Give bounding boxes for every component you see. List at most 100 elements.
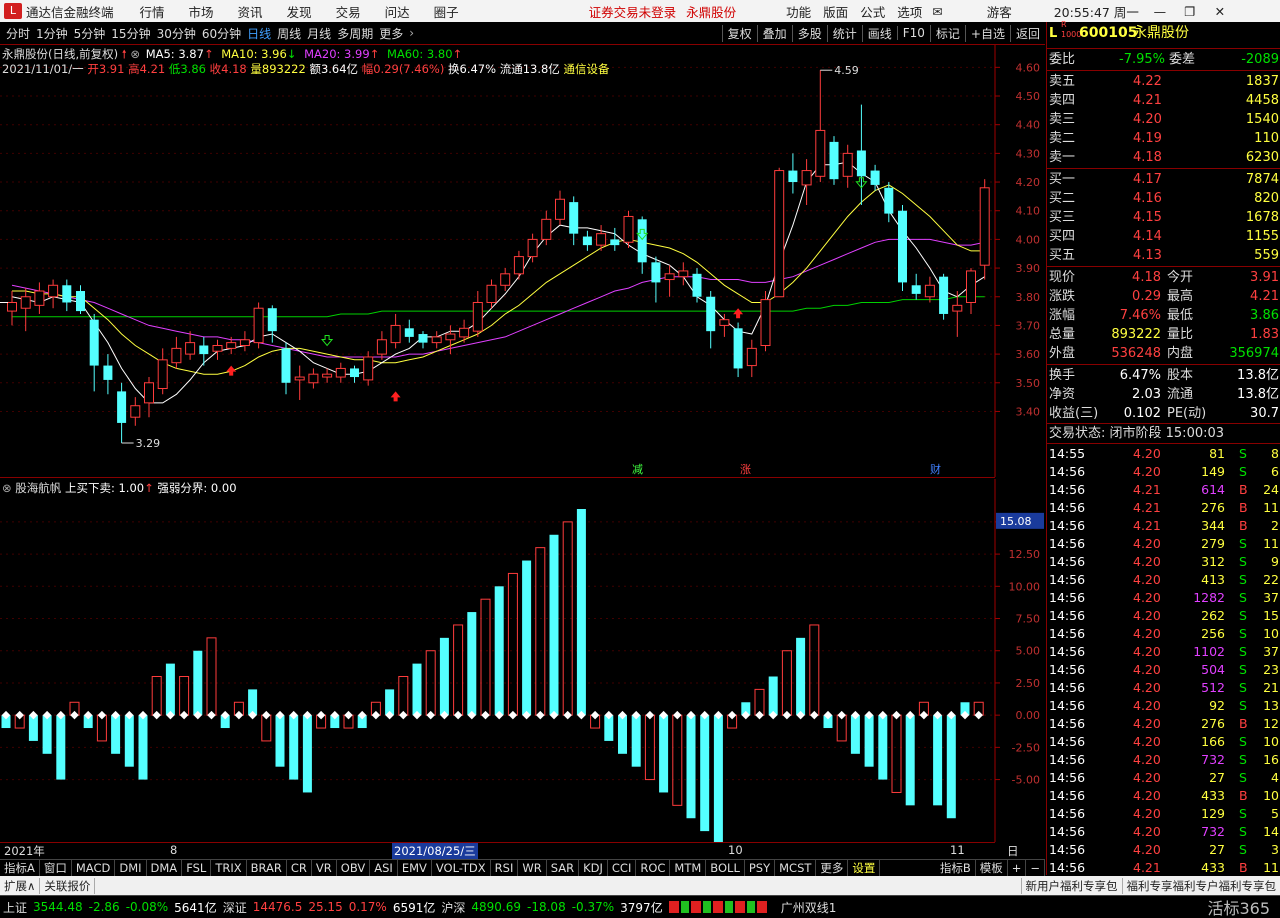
menu-market-quotes[interactable]: 行情 — [128, 2, 177, 21]
right-tab-0[interactable]: 指标B — [936, 860, 976, 876]
indicator-pane[interactable]: 15.0012.5010.007.505.002.500.00-2.50-5.0… — [0, 479, 1044, 842]
f10-button[interactable]: F10 — [896, 26, 930, 40]
indicator-tab-22[interactable]: PSY — [745, 860, 776, 876]
bid-row[interactable]: 买二 4.16 820 — [1049, 189, 1280, 208]
menu-function[interactable]: 功能 — [780, 2, 817, 21]
indicator-tab-25[interactable]: 设置 — [848, 860, 881, 876]
indicator-tab-19[interactable]: ROC — [636, 860, 671, 876]
kline-pane[interactable]: 4.60 4.50 4.40 4.30 4.20 4.10 4.00 3.90 3.80 3.70… — [0, 45, 1040, 477]
mail-icon[interactable]: ✉ — [932, 4, 942, 19]
period-15min[interactable]: 15分钟 — [111, 25, 156, 42]
indicator-tab-23[interactable]: MCST — [775, 860, 817, 876]
hs-index-value: 4890.69 — [471, 900, 522, 914]
server-label[interactable]: 广州双线1 — [781, 899, 837, 916]
pane-divider[interactable] — [0, 477, 995, 478]
period-timeshare[interactable]: 分时 — [6, 25, 36, 42]
back-button[interactable]: 返回 — [1009, 24, 1045, 42]
menu-discover[interactable]: 发现 — [275, 2, 324, 21]
indicator-tab-8[interactable]: CR — [287, 860, 312, 876]
right-tab-3[interactable]: − — [1026, 860, 1045, 876]
event-mark-1[interactable]: 涨 — [740, 463, 751, 476]
minimize-icon[interactable]: — — [1145, 4, 1175, 19]
right-tab-2[interactable]: + — [1008, 860, 1027, 876]
menu-news[interactable]: 资讯 — [226, 2, 275, 21]
info-industry[interactable]: 通信设备 — [563, 62, 609, 76]
ask-row[interactable]: 卖二 4.19 110 — [1049, 129, 1280, 148]
sh-index-label[interactable]: 上证 — [3, 899, 27, 916]
ask-row[interactable]: 卖四 4.21 4458 — [1049, 91, 1280, 110]
indicator-tab-12[interactable]: EMV — [398, 860, 432, 876]
indicator-tab-2[interactable]: MACD — [72, 860, 116, 876]
indicator-tab-5[interactable]: FSL — [182, 860, 212, 876]
indicator-name[interactable]: 股海航帆 — [15, 481, 61, 495]
bid-row[interactable]: 买三 4.15 1678 — [1049, 208, 1280, 227]
right-tab-1[interactable]: 模板 — [976, 860, 1008, 876]
multi-stock-button[interactable]: 多股 — [791, 24, 827, 42]
promo-link-1[interactable]: 新用户福利专享包 — [1020, 877, 1122, 894]
sz-index-label[interactable]: 深证 — [223, 899, 247, 916]
indicator-tab-16[interactable]: SAR — [547, 860, 580, 876]
indicator-tab-4[interactable]: DMA — [147, 860, 183, 876]
indicator-tab-13[interactable]: VOL-TDX — [432, 860, 491, 876]
indicator-chart[interactable]: 15.0012.5010.007.505.002.500.00-2.50-5.0… — [0, 479, 1045, 842]
period-30min[interactable]: 30分钟 — [157, 25, 202, 42]
event-mark-2[interactable]: 财 — [930, 462, 941, 476]
indicator-tab-17[interactable]: KDJ — [579, 860, 608, 876]
indicator-tab-6[interactable]: TRIX — [211, 860, 247, 876]
draw-line-button[interactable]: 画线 — [861, 24, 897, 42]
period-1min[interactable]: 1分钟 — [36, 25, 74, 42]
indicator-tab-18[interactable]: CCI — [608, 860, 637, 876]
ask-row[interactable]: 卖一 4.18 6230 — [1049, 148, 1280, 167]
adjust-button[interactable]: 复权 — [721, 24, 757, 42]
buy-signal-icon — [226, 365, 237, 376]
menu-formula[interactable]: 公式 — [854, 2, 891, 21]
hs-index-label[interactable]: 沪深 — [441, 899, 465, 916]
indicator-tab-11[interactable]: ASI — [370, 860, 398, 876]
indicator-tab-9[interactable]: VR — [312, 860, 337, 876]
chevron-right-icon[interactable]: › — [409, 26, 414, 40]
toggle-icon[interactable]: ⊗ — [130, 47, 140, 61]
bid-row[interactable]: 买五 4.13 559 — [1049, 246, 1280, 265]
event-mark-0[interactable]: 减 — [632, 463, 643, 476]
indicator-tab-15[interactable]: WR — [518, 860, 547, 876]
period-weekly[interactable]: 周线 — [277, 25, 307, 42]
period-more[interactable]: 更多 — [379, 25, 409, 42]
promo-link-2[interactable]: 福利专享福利专户福利专享包 — [1121, 877, 1280, 894]
period-5min[interactable]: 5分钟 — [74, 25, 112, 42]
add-watchlist-button[interactable]: +自选 — [964, 24, 1010, 42]
period-monthly[interactable]: 月线 — [307, 25, 337, 42]
bid-row[interactable]: 买四 4.14 1155 — [1049, 227, 1280, 246]
indicator-tab-7[interactable]: BRAR — [247, 860, 287, 876]
indicator-tab-21[interactable]: BOLL — [706, 860, 745, 876]
indicator-tab-14[interactable]: RSI — [491, 860, 519, 876]
stats-button[interactable]: 统计 — [826, 24, 862, 42]
menu-layout[interactable]: 版面 — [817, 2, 854, 21]
toggle-indicator-icon[interactable]: ⊗ — [2, 481, 12, 495]
ask-row[interactable]: 卖五 4.22 1837 — [1049, 72, 1280, 91]
indicator-tab-1[interactable]: 窗口 — [40, 860, 72, 876]
related-quotes-button[interactable]: 关联报价 — [40, 877, 96, 894]
ask-row[interactable]: 卖三 4.20 1540 — [1049, 110, 1280, 129]
maximize-icon[interactable]: ❐ — [1175, 4, 1205, 19]
mark-button[interactable]: 标记 — [929, 24, 965, 42]
close-icon[interactable]: ✕ — [1205, 4, 1235, 19]
menu-market[interactable]: 市场 — [177, 2, 226, 21]
overlay-button[interactable]: 叠加 — [756, 24, 792, 42]
indicator-tab-3[interactable]: DMI — [115, 860, 147, 876]
expand-button[interactable]: 扩展∧ — [0, 877, 41, 894]
bid-row[interactable]: 买一 4.17 7874 — [1049, 170, 1280, 189]
menu-trade[interactable]: 交易 — [324, 2, 373, 21]
indicator-tab-10[interactable]: OBV — [337, 860, 371, 876]
indicator-tab-0[interactable]: 指标A — [0, 860, 40, 876]
kline-chart[interactable]: 4.60 4.50 4.40 4.30 4.20 4.10 4.00 3.90 3.80 3.70… — [0, 45, 1045, 477]
menu-ask[interactable]: 问达 — [373, 2, 422, 21]
period-60min[interactable]: 60分钟 — [202, 25, 247, 42]
indicator-tab-24[interactable]: 更多 — [816, 860, 849, 876]
menu-options[interactable]: 选项 — [891, 2, 928, 21]
indicator-tab-20[interactable]: MTM — [670, 860, 707, 876]
login-notice[interactable]: 证券交易未登录 — [589, 2, 677, 21]
user-label[interactable]: 游客 — [987, 2, 1012, 21]
period-multi[interactable]: 多周期 — [337, 25, 379, 42]
menu-circle[interactable]: 圈子 — [422, 2, 471, 21]
period-daily[interactable]: 日线 — [247, 25, 277, 42]
